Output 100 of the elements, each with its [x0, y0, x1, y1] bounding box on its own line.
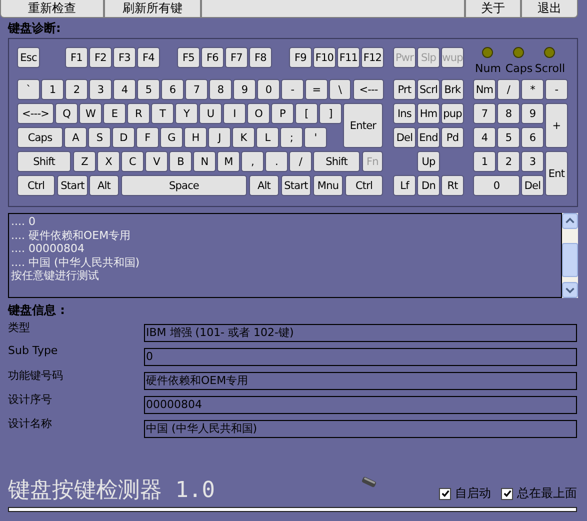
key[interactable]: L [256, 127, 279, 148]
key[interactable]: M [217, 151, 240, 172]
key[interactable]: D [112, 127, 135, 148]
key[interactable]: - [545, 79, 568, 100]
key[interactable]: / [289, 151, 312, 172]
key[interactable]: ; [280, 127, 303, 148]
toolbar-button[interactable]: 关于 [465, 0, 521, 18]
key[interactable]: Up [417, 151, 440, 172]
key[interactable]: ' [304, 127, 327, 148]
key[interactable]: Y [175, 103, 198, 124]
key[interactable]: I [223, 103, 246, 124]
key[interactable]: 5 [137, 79, 160, 100]
key[interactable]: Ctrl [17, 175, 55, 196]
scroll-down-icon[interactable] [562, 282, 578, 298]
key[interactable]: X [97, 151, 120, 172]
key[interactable]: ` [17, 79, 40, 100]
toolbar-button[interactable]: 退出 [521, 0, 578, 18]
key[interactable]: A [64, 127, 87, 148]
key[interactable]: Dn [417, 175, 440, 196]
key[interactable]: pup [441, 103, 464, 124]
key[interactable]: <---> [17, 103, 54, 124]
key[interactable]: Enter [343, 103, 383, 148]
key[interactable]: 8 [209, 79, 232, 100]
key[interactable]: 7 [185, 79, 208, 100]
scrollbar[interactable] [562, 213, 578, 298]
key[interactable]: H [184, 127, 207, 148]
key[interactable]: F6 [201, 47, 224, 68]
key[interactable]: B [169, 151, 192, 172]
key[interactable]: Mnu [313, 175, 343, 196]
key[interactable]: Esc [17, 47, 40, 68]
key[interactable]: 1 [473, 151, 496, 172]
key[interactable]: Del [393, 127, 416, 148]
key[interactable]: 8 [497, 103, 520, 124]
key[interactable]: 6 [521, 127, 544, 148]
key[interactable]: 9 [521, 103, 544, 124]
key[interactable]: N [193, 151, 216, 172]
key[interactable]: 2 [65, 79, 88, 100]
key[interactable]: P [271, 103, 294, 124]
key[interactable]: E [103, 103, 126, 124]
key[interactable]: End [417, 127, 440, 148]
key[interactable]: <--- [353, 79, 384, 100]
key[interactable]: Pd [441, 127, 464, 148]
key[interactable]: S [88, 127, 111, 148]
key[interactable]: [ [295, 103, 318, 124]
key[interactable]: F1 [65, 47, 88, 68]
key[interactable]: 1 [41, 79, 64, 100]
key[interactable]: Shift [313, 151, 360, 172]
key[interactable]: ] [319, 103, 342, 124]
key[interactable]: Nm [473, 79, 496, 100]
key[interactable]: 2 [497, 151, 520, 172]
key[interactable]: F5 [177, 47, 200, 68]
key[interactable]: - [281, 79, 304, 100]
key[interactable]: U [199, 103, 222, 124]
key[interactable]: 3 [521, 151, 544, 172]
key[interactable]: Shift [17, 151, 71, 172]
key[interactable]: 3 [89, 79, 112, 100]
key[interactable]: 6 [161, 79, 184, 100]
key[interactable]: Ctrl [345, 175, 383, 196]
key[interactable]: Lf [393, 175, 416, 196]
key[interactable]: Start [281, 175, 311, 196]
key[interactable]: Ent [545, 151, 568, 196]
option-checkbox[interactable]: 自启动 [439, 485, 491, 502]
key[interactable]: F10 [313, 47, 336, 68]
key[interactable]: O [247, 103, 270, 124]
key[interactable]: Scrl [417, 79, 440, 100]
toolbar-button[interactable]: 重新检查 [0, 0, 104, 18]
checkbox[interactable] [439, 488, 451, 500]
key[interactable]: \ [329, 79, 351, 100]
key[interactable]: Alt [89, 175, 119, 196]
key[interactable]: 4 [113, 79, 136, 100]
key[interactable]: G [160, 127, 183, 148]
toolbar-button[interactable]: 刷新所有键 [104, 0, 201, 18]
key[interactable]: F9 [289, 47, 312, 68]
key[interactable]: F11 [337, 47, 360, 68]
key[interactable]: J [208, 127, 231, 148]
key[interactable]: Start [57, 175, 88, 196]
key[interactable]: Space [121, 175, 247, 196]
scroll-up-icon[interactable] [562, 213, 578, 229]
key[interactable]: K [232, 127, 255, 148]
key[interactable]: F3 [113, 47, 136, 68]
key[interactable]: Caps [17, 127, 63, 148]
key[interactable]: / [497, 79, 520, 100]
key[interactable]: F8 [249, 47, 272, 68]
key[interactable]: Rt [441, 175, 464, 196]
key[interactable]: 4 [473, 127, 496, 148]
checkbox[interactable] [501, 488, 513, 500]
key[interactable]: = [305, 79, 328, 100]
key[interactable]: + [545, 103, 568, 148]
option-checkbox[interactable]: 总在最上面 [501, 485, 577, 502]
key[interactable]: W [79, 103, 102, 124]
key[interactable]: 0 [473, 175, 520, 196]
key[interactable]: F12 [361, 47, 384, 68]
key[interactable]: Del [521, 175, 544, 196]
key[interactable]: F2 [89, 47, 112, 68]
scroll-thumb[interactable] [562, 243, 578, 277]
key[interactable]: 5 [497, 127, 520, 148]
key[interactable]: Ins [393, 103, 416, 124]
key[interactable]: Hm [417, 103, 440, 124]
key[interactable]: F [136, 127, 159, 148]
key[interactable]: C [121, 151, 144, 172]
